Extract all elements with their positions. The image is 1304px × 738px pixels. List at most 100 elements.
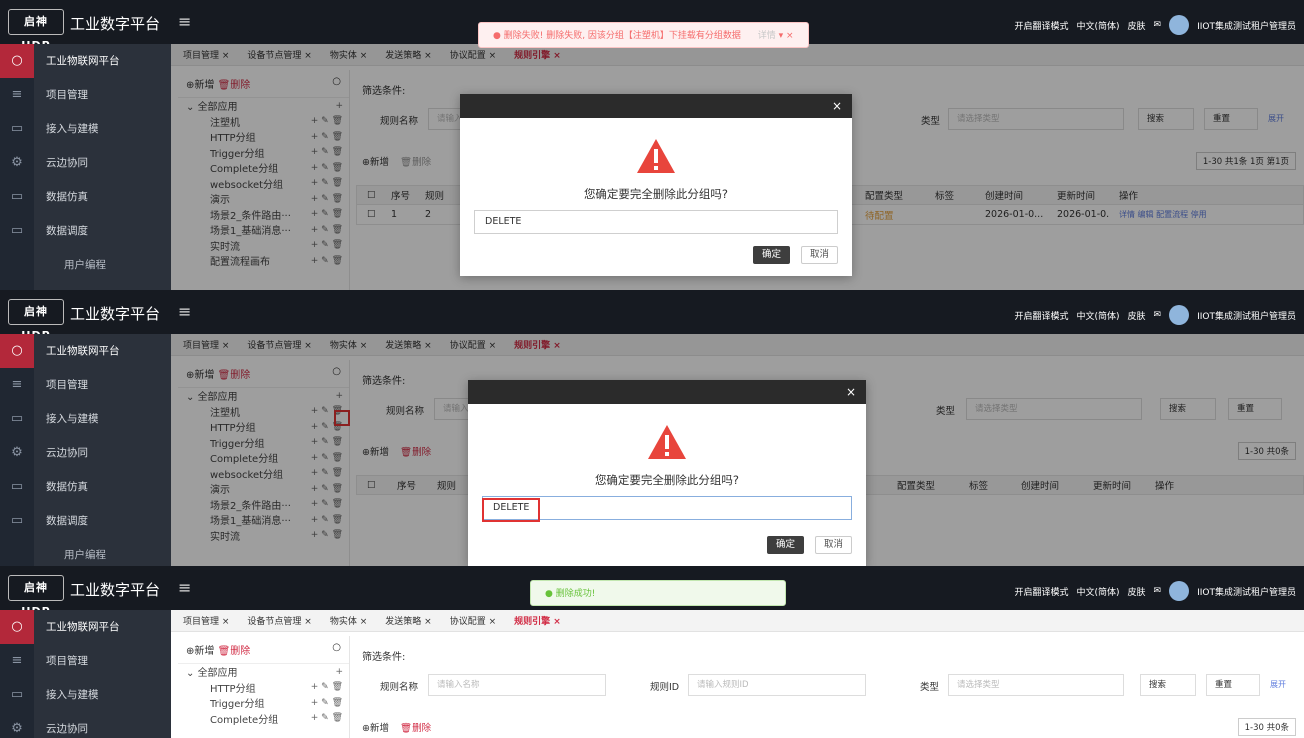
monitor-icon[interactable]: ▭ [0, 112, 34, 146]
rule-name-label: 规则名称 [380, 682, 419, 693]
gear-icon[interactable]: ⚙ [0, 146, 34, 180]
ok-button[interactable]: 确定 [752, 246, 790, 264]
rule-name-input[interactable]: 请输入名称 [428, 674, 606, 696]
gear-icon[interactable]: ⚙ [0, 712, 34, 738]
tree-node[interactable]: HTTP分组 + ✎ 🗑 [178, 680, 349, 696]
header-right: 开启翻译模式 中文(简体) 皮肤 ✉ IIOT集成测试租户管理员 [1014, 305, 1296, 325]
language-select[interactable]: 中文(简体) [1077, 309, 1120, 322]
gear-icon[interactable]: ⚙ [0, 436, 34, 470]
sidebar-item-access[interactable]: 接入与建模 [34, 678, 171, 712]
tab-project[interactable]: 项目管理 × [183, 614, 229, 627]
app-logo: 启神 IIDP [8, 575, 64, 618]
app-title: 工业数字平台 [70, 15, 161, 33]
user-menu[interactable]: IIOT集成测试租户管理员 [1197, 19, 1296, 32]
dialog-message: 您确定要完全删除此分组吗? [583, 187, 729, 201]
sidebar-item-project[interactable]: 项目管理 [34, 644, 171, 678]
sidebar-item-cloud-edge[interactable]: 云边协同 [34, 436, 171, 470]
monitor-icon[interactable]: ▭ [0, 504, 34, 538]
main-content: 筛选条件: 规则名称 请输入名称 规则ID 请输入规则ID 类型 请选择类型 搜… [356, 636, 1304, 738]
add-button[interactable]: ⊕新增 [362, 723, 389, 734]
sidebar-item-simulation[interactable]: 数据仿真 [34, 180, 171, 214]
sidebar-item-scheduling[interactable]: 数据调度 [34, 504, 171, 538]
search-icon[interactable]: ○ [0, 610, 34, 644]
sidebar-item-cloud-edge[interactable]: 云边协同 [34, 712, 171, 738]
detail-link[interactable]: 详情 [758, 31, 776, 41]
close-icon[interactable]: × [460, 94, 852, 118]
monitor-icon[interactable]: ▭ [0, 678, 34, 712]
language-select[interactable]: 中文(简体) [1077, 585, 1120, 598]
pager[interactable]: 1-30 共0条 [1237, 718, 1296, 736]
sidebar-item-scheduling[interactable]: 数据调度 [34, 214, 171, 248]
monitor-icon[interactable]: ▭ [0, 214, 34, 248]
translate-mode-toggle[interactable]: 开启翻译模式 [1014, 309, 1068, 322]
delete-button[interactable]: 🗑删除 [400, 723, 431, 734]
avatar[interactable] [1169, 581, 1190, 601]
avatar[interactable] [1169, 305, 1190, 325]
warning-icon [648, 425, 686, 459]
user-menu[interactable]: IIOT集成测试租户管理员 [1197, 309, 1296, 322]
monitor-icon[interactable]: ▭ [0, 470, 34, 504]
sidebar-platform[interactable]: 工业物联网平台 [34, 610, 171, 644]
sidebar-item-user-programming[interactable]: 用户编程 [34, 248, 171, 282]
hamburger-icon[interactable]: ≡ [178, 302, 191, 321]
tab-send-policy[interactable]: 发送策略 × [385, 614, 431, 627]
group-tree: ⊕新增 🗑删除 ○ ⌄ 全部应用 + HTTP分组 + ✎ 🗑 Trigger分组 +… [178, 636, 350, 738]
search-icon[interactable]: ○ [0, 44, 34, 78]
sidebar-item-simulation[interactable]: 数据仿真 [34, 470, 171, 504]
mail-icon[interactable]: ✉ [1154, 586, 1162, 596]
tab-rule-engine[interactable]: 规则引擎 × [514, 614, 561, 627]
tab-bar: 项目管理 × 设备节点管理 × 物实体 × 发送策略 × 协议配置 × 规则引擎… [171, 610, 1304, 632]
delete-group-button[interactable]: 🗑删除 [218, 646, 251, 657]
mail-icon[interactable]: ✉ [1154, 310, 1162, 320]
rule-id-input[interactable]: 请输入规则ID [688, 674, 866, 696]
sidebar-item-user-programming[interactable]: 用户编程 [34, 538, 171, 566]
user-menu[interactable]: IIOT集成测试租户管理员 [1197, 585, 1296, 598]
list-icon[interactable]: ≡ [0, 368, 34, 402]
hamburger-icon[interactable]: ≡ [178, 12, 191, 31]
mail-icon[interactable]: ✉ [1154, 20, 1162, 30]
skin-select[interactable]: 皮肤 [1128, 19, 1146, 32]
expand-link[interactable]: 展开 [1270, 679, 1286, 690]
screenshot-step-1: 启神 IIDP 工业数字平台 ≡ 开启翻译模式 中文(简体) 皮肤 ✉ IIOT… [0, 0, 1304, 290]
monitor-icon[interactable]: ▭ [0, 402, 34, 436]
sidebar-item-cloud-edge[interactable]: 云边协同 [34, 146, 171, 180]
sidebar-platform[interactable]: 工业物联网平台 [34, 334, 171, 368]
confirm-input[interactable]: DELETE [474, 210, 838, 234]
success-toast: ● 删除成功! [530, 580, 786, 606]
hamburger-icon[interactable]: ≡ [178, 578, 191, 597]
sidebar-item-access[interactable]: 接入与建模 [34, 112, 171, 146]
close-icon[interactable]: × [468, 380, 866, 404]
add-group-button[interactable]: ⊕新增 [186, 646, 214, 657]
ok-button[interactable]: 确定 [766, 536, 804, 554]
monitor-icon[interactable]: ▭ [0, 180, 34, 214]
search-icon[interactable]: ○ [0, 334, 34, 368]
translate-mode-toggle[interactable]: 开启翻译模式 [1014, 585, 1068, 598]
search-icon[interactable]: ○ [332, 642, 341, 657]
cancel-button[interactable]: 取消 [814, 536, 852, 554]
app-title: 工业数字平台 [70, 581, 161, 599]
tree-node[interactable]: Trigger分组 + ✎ 🗑 [178, 695, 349, 711]
skin-select[interactable]: 皮肤 [1128, 309, 1146, 322]
translate-mode-toggle[interactable]: 开启翻译模式 [1014, 19, 1068, 32]
list-icon[interactable]: ≡ [0, 78, 34, 112]
sidebar: 工业物联网平台 项目管理 接入与建模 云边协同 数据仿真 数据调度 用户编程 [34, 334, 171, 566]
sidebar-platform[interactable]: 工业物联网平台 [34, 44, 171, 78]
tree-node[interactable]: Complete分组 + ✎ 🗑 [178, 711, 349, 727]
highlight-input [482, 498, 540, 522]
sidebar: 工业物联网平台 项目管理 接入与建模 云边协同 数据仿真 数据调度 用户编程 [34, 44, 171, 290]
tab-entity[interactable]: 物实体 × [330, 614, 367, 627]
sidebar-item-access[interactable]: 接入与建模 [34, 402, 171, 436]
type-select[interactable]: 请选择类型 [948, 674, 1124, 696]
list-icon[interactable]: ≡ [0, 644, 34, 678]
tab-device-node[interactable]: 设备节点管理 × [247, 614, 311, 627]
avatar[interactable] [1169, 15, 1190, 35]
sidebar-item-project[interactable]: 项目管理 [34, 368, 171, 402]
reset-button[interactable]: 重置 [1206, 674, 1260, 696]
language-select[interactable]: 中文(简体) [1077, 19, 1120, 32]
skin-select[interactable]: 皮肤 [1128, 585, 1146, 598]
tab-protocol[interactable]: 协议配置 × [450, 614, 496, 627]
cancel-button[interactable]: 取消 [800, 246, 838, 264]
search-button[interactable]: 搜索 [1140, 674, 1196, 696]
sidebar-item-project[interactable]: 项目管理 [34, 78, 171, 112]
tree-root[interactable]: ⌄ 全部应用 + [178, 664, 349, 680]
